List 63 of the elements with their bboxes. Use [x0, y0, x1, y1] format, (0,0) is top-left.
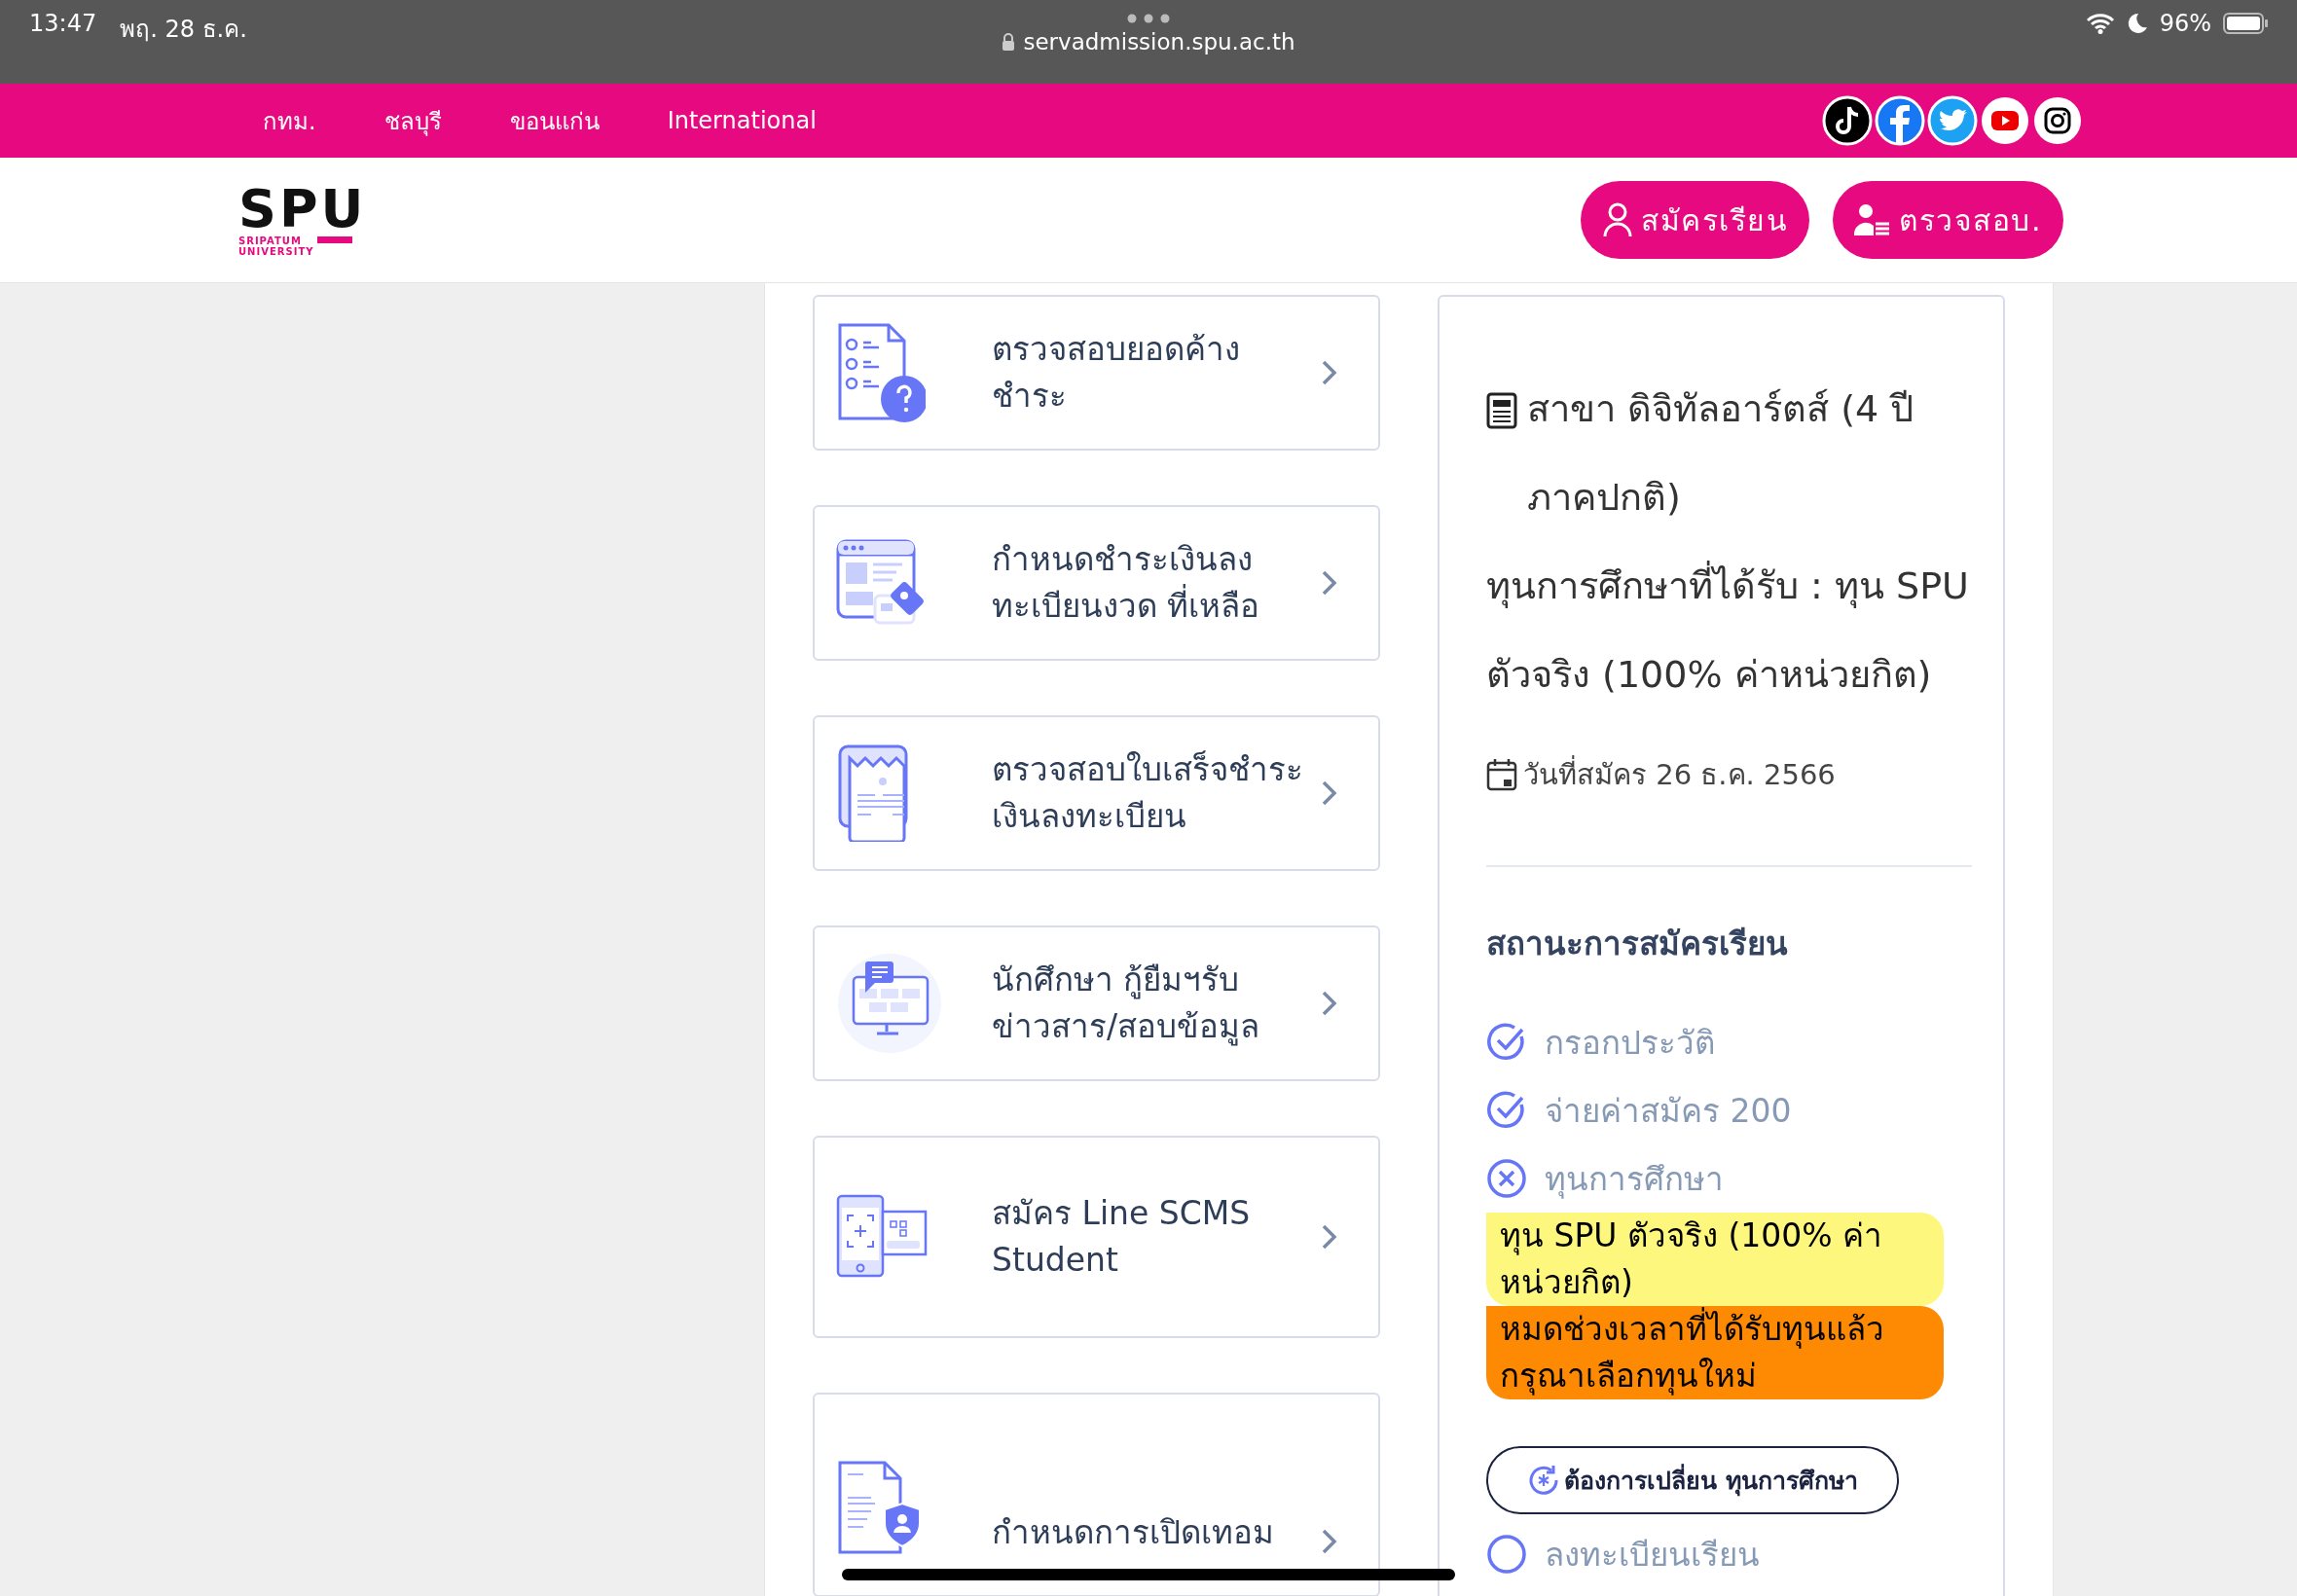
chevron-right-icon: [1320, 989, 1339, 1018]
scholarship-text: ทุนการศึกษาที่ได้รับ : ทุน SPU ตัวจริง (100% ค่าหน่วยกิต): [1486, 542, 1972, 719]
menu-card[interactable]: กำหนดชำระเงินลง ทะเบียนงวด ที่เหลือ: [813, 505, 1380, 661]
logo-text[interactable]: SPU: [238, 183, 367, 236]
url-text[interactable]: servadmission.spu.ac.th: [1023, 29, 1295, 54]
menu-card[interactable]: สมัคร Line SCMS Student: [813, 1136, 1380, 1338]
nav-link[interactable]: International: [667, 107, 817, 134]
change-scholarship-button[interactable]: ต้องการเปลี่ยน ทุนการศึกษา: [1486, 1446, 1899, 1514]
note-highlight: ทุน SPU ตัวจริง (100% ค่าหน่วยกิต): [1486, 1213, 1944, 1306]
document-question-icon: [836, 321, 926, 424]
header-button[interactable]: ตรวจสอบ.: [1833, 181, 2063, 259]
camera-icon[interactable]: [2032, 95, 2083, 146]
nav-link[interactable]: ชลบุรี: [383, 101, 442, 140]
header-button[interactable]: สมัครเรียน: [1581, 181, 1810, 259]
nav-link[interactable]: ขอนแก่น: [509, 101, 600, 140]
menu-card[interactable]: ตรวจสอบยอดค้าง ชำระ: [813, 295, 1380, 451]
empty-circle-icon: [1486, 1534, 1527, 1575]
menu-label: ตรวจสอบยอดค้าง ชำระ: [992, 329, 1241, 417]
chevron-right-icon: [1320, 568, 1339, 598]
check-circle-icon: [1486, 1022, 1527, 1063]
battery-icon: [2223, 13, 2268, 34]
x-circle-icon: [1486, 1158, 1527, 1199]
step-label: ลงทะเบียนเรียน: [1545, 1534, 1760, 1576]
moon-icon: [2126, 13, 2148, 34]
play-button-icon[interactable]: [1980, 95, 2030, 146]
wifi-icon: [2085, 13, 2115, 34]
menu-label: นักศึกษา กู้ยืมฯรับ ข่าวสาร/สอบข้อมูล: [992, 960, 1261, 1048]
chevron-right-icon: [1320, 358, 1339, 387]
status-heading: สถานะการสมัครเรียน: [1486, 924, 1789, 964]
bird-icon[interactable]: [1927, 95, 1978, 146]
chevron-right-icon: [1320, 1222, 1339, 1251]
date: พฤ. 28 ธ.ค.: [120, 15, 247, 45]
time: 13:47: [29, 10, 97, 39]
monitor-chat-icon: [836, 952, 943, 1055]
menu-card[interactable]: นักศึกษา กู้ยืมฯรับ ข่าวสาร/สอบข้อมูล: [813, 925, 1380, 1081]
logo-bar: [317, 236, 353, 243]
menu-card[interactable]: ตรวจสอบใบเสร็จชำระ เงินลงทะเบียน: [813, 715, 1380, 871]
note-highlight: หมดช่วงเวลาที่ได้รับทุนแล้ว กรุณาเลือกทุนใหม่: [1486, 1306, 1944, 1399]
chevron-right-icon: [1320, 779, 1339, 808]
chevron-right-icon: [1320, 1527, 1339, 1556]
step-label: ทุนการศึกษา: [1545, 1158, 1724, 1201]
calendar-icon: [1486, 758, 1517, 791]
logo-subtitle: SRIPATUM UNIVERSITY: [238, 236, 314, 257]
person-icon: [1602, 202, 1634, 237]
menu-card[interactable]: กำหนดการเปิดเทอม: [813, 1393, 1380, 1596]
music-note-icon[interactable]: [1822, 95, 1873, 146]
applied-date: วันที่สมัคร 26 ธ.ค. 2566: [1523, 752, 1836, 797]
more-dots-icon: [1127, 14, 1170, 23]
menu-label: สมัคร Line SCMS Student: [992, 1193, 1252, 1281]
menu-label: ตรวจสอบใบเสร็จชำระ เงินลงทะเบียน: [992, 749, 1304, 837]
menu-label: กำหนดการเปิดเทอม: [992, 1512, 1275, 1553]
phone-qr-icon: [836, 1194, 930, 1280]
document-icon: [1486, 392, 1517, 429]
step-label: กรอกประวัติ: [1545, 1022, 1715, 1064]
step-label: จ่ายค่าสมัคร 200: [1545, 1090, 1792, 1132]
person-list-icon: [1854, 202, 1892, 237]
check-circle-icon: [1486, 1090, 1527, 1131]
menu-label: กำหนดชำระเงินลง ทะเบียนงวด ที่เหลือ: [992, 539, 1261, 627]
facebook-icon[interactable]: [1875, 95, 1925, 146]
nav-link[interactable]: กทม.: [263, 101, 316, 140]
program-name: สาขา ดิจิทัลอาร์ตส์ (4 ปี ภาคปกติ): [1527, 386, 1915, 521]
battery-percent: 96%: [2159, 10, 2211, 37]
lock-icon: [1002, 33, 1016, 51]
